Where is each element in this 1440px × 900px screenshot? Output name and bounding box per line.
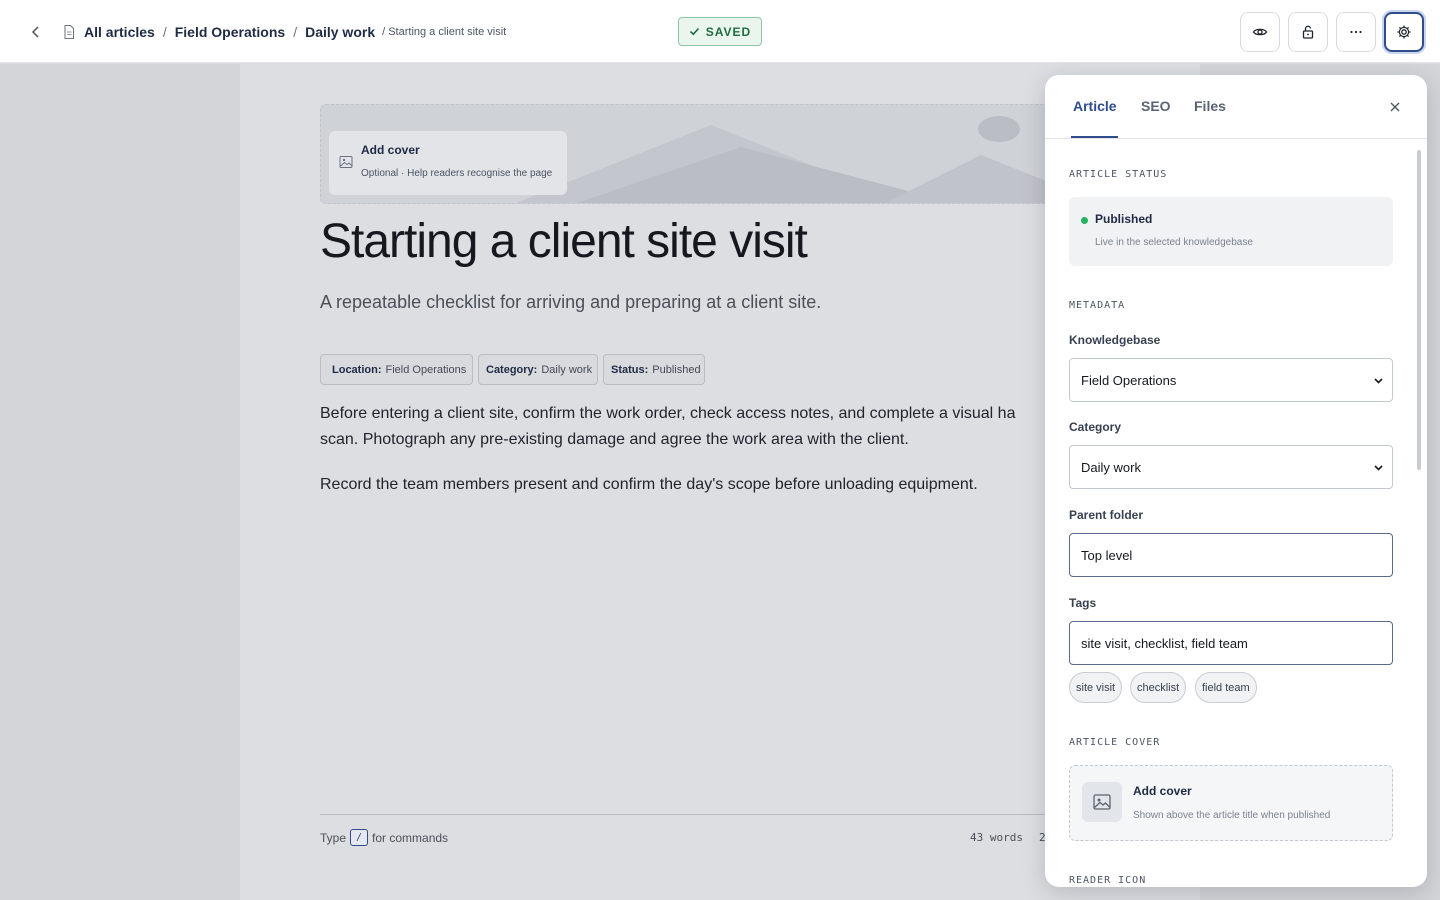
tab-files[interactable]: Files xyxy=(1194,98,1226,114)
tag-chip[interactable]: field team xyxy=(1195,672,1257,703)
category-chip-label: Category: xyxy=(486,363,538,376)
more-icon xyxy=(1350,30,1362,34)
paragraph-2[interactable]: Record the team members present and conf… xyxy=(320,472,1060,498)
unlock-icon xyxy=(1302,25,1314,39)
location-chip-value: Field Operations xyxy=(385,363,467,376)
eye-icon xyxy=(1252,28,1268,36)
top-bar: All articles / Field Operations / Daily … xyxy=(0,0,1440,63)
metadata-heading: METADATA xyxy=(1069,300,1126,311)
category-select[interactable]: Daily work xyxy=(1069,445,1393,489)
status-card: Published Live in the selected knowledge… xyxy=(1069,197,1393,266)
tags-input[interactable]: site visit, checklist, field team xyxy=(1069,621,1393,665)
saved-label: SAVED xyxy=(705,24,752,39)
add-cover-subtitle: Optional · Help readers recognise the pa… xyxy=(361,168,553,179)
article-settings-panel: Article SEO Files ARTICLE STATUS Publish… xyxy=(1045,75,1427,887)
parent-folder-label: Parent folder xyxy=(1069,508,1144,522)
category-value: Daily work xyxy=(1081,459,1141,475)
hint-text-after: for commands xyxy=(372,830,449,845)
category-label: Category xyxy=(1069,420,1122,434)
preview-button[interactable] xyxy=(1240,12,1280,52)
chevron-down-icon xyxy=(1374,378,1383,384)
hint-text-before: Type xyxy=(320,830,347,845)
status-chip-value: Published xyxy=(652,363,701,376)
saved-badge: SAVED xyxy=(678,17,762,46)
reader-icon-heading: READER ICON xyxy=(1069,875,1147,886)
gear-icon xyxy=(1397,25,1411,39)
editor-footer-divider xyxy=(320,814,1060,815)
status-chip[interactable]: Status: Published xyxy=(603,354,705,385)
slash-key: / xyxy=(350,829,369,846)
tag-chip[interactable]: site visit xyxy=(1069,672,1123,703)
close-icon xyxy=(1390,102,1400,112)
breadcrumb-current: / Starting a client site visit xyxy=(382,26,507,38)
image-icon xyxy=(339,155,353,174)
check-icon xyxy=(689,27,699,36)
parent-folder-input[interactable]: Top level xyxy=(1069,533,1393,577)
article-title[interactable]: Starting a client site visit xyxy=(320,214,808,269)
breadcrumb-separator: / xyxy=(293,24,298,40)
add-cover-banner-button[interactable]: Add cover Optional · Help readers recogn… xyxy=(329,131,567,195)
status-dot-icon xyxy=(1081,217,1088,224)
paragraph-1-line-1[interactable]: Before entering a client site, confirm t… xyxy=(320,401,1060,427)
category-chip[interactable]: Category: Daily work xyxy=(478,354,598,385)
active-tab-indicator xyxy=(1071,136,1118,138)
tags-label: Tags xyxy=(1069,596,1097,610)
breadcrumb-daily-work[interactable]: Daily work xyxy=(305,24,375,40)
breadcrumb: All articles / Field Operations / Daily … xyxy=(62,21,506,43)
add-cover-description: Shown above the article title when publi… xyxy=(1133,810,1331,821)
image-icon xyxy=(1082,782,1122,822)
status-description: Live in the selected knowledgebase xyxy=(1095,237,1253,248)
status-title: Published xyxy=(1095,212,1153,226)
chevron-down-icon xyxy=(1374,465,1383,471)
tags-value: site visit, checklist, field team xyxy=(1081,635,1248,651)
add-cover-title: Add cover xyxy=(1133,784,1192,798)
location-chip[interactable]: Location: Field Operations xyxy=(320,354,473,385)
add-cover-button[interactable]: Add cover Shown above the article title … xyxy=(1069,765,1393,841)
panel-scrollbar[interactable] xyxy=(1417,150,1421,470)
breadcrumb-all-articles[interactable]: All articles xyxy=(84,24,155,40)
close-panel-button[interactable] xyxy=(1385,97,1405,117)
back-button[interactable] xyxy=(22,18,50,46)
panel-tabs: Article SEO Files xyxy=(1045,75,1427,139)
tab-seo[interactable]: SEO xyxy=(1141,98,1171,114)
more-options-button[interactable] xyxy=(1336,12,1376,52)
article-subtitle[interactable]: A repeatable checklist for arriving and … xyxy=(320,292,821,313)
article-cover-heading: ARTICLE COVER xyxy=(1069,737,1161,748)
settings-button[interactable] xyxy=(1384,12,1424,52)
tag-chip[interactable]: checklist xyxy=(1130,672,1187,703)
breadcrumb-field-operations[interactable]: Field Operations xyxy=(175,24,285,40)
breadcrumb-separator: / xyxy=(162,24,167,40)
status-chip-label: Status: xyxy=(611,363,649,376)
word-count: 43 words xyxy=(970,831,1023,844)
command-hint: Type / for commands xyxy=(320,829,448,846)
category-chip-value: Daily work xyxy=(541,363,593,376)
knowledgebase-value: Field Operations xyxy=(1081,372,1177,388)
tab-article[interactable]: Article xyxy=(1073,98,1117,114)
location-chip-label: Location: xyxy=(332,363,382,376)
knowledgebase-select[interactable]: Field Operations xyxy=(1069,358,1393,402)
knowledgebase-label: Knowledgebase xyxy=(1069,333,1161,347)
paragraph-1-line-2[interactable]: scan. Photograph any pre-existing damage… xyxy=(320,427,1060,453)
article-status-heading: ARTICLE STATUS xyxy=(1069,169,1168,180)
add-cover-title: Add cover xyxy=(361,143,420,157)
chevron-left-icon xyxy=(31,26,39,38)
document-icon xyxy=(62,24,78,40)
lock-button[interactable] xyxy=(1288,12,1328,52)
parent-folder-value: Top level xyxy=(1081,547,1133,563)
canvas-left-gutter xyxy=(0,64,240,900)
